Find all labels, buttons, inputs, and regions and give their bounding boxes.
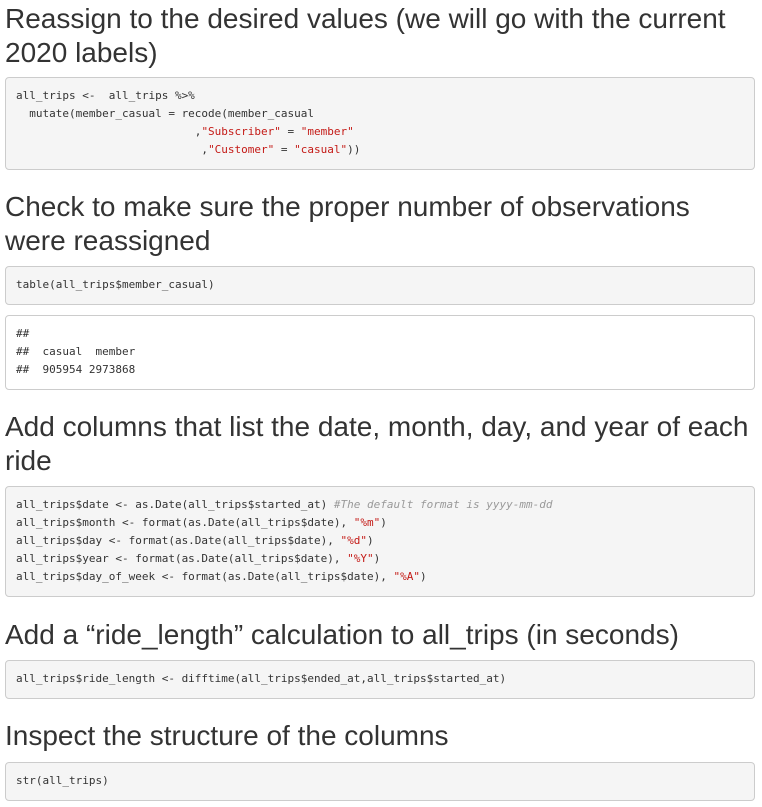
code-text: ) bbox=[420, 570, 427, 583]
code-line: all_trips$day <- format(as.Date(all_trip… bbox=[16, 532, 744, 550]
code-text: ) bbox=[373, 552, 381, 565]
code-text: = bbox=[274, 143, 295, 156]
code-line: all_trips <- all_trips %>% bbox=[16, 87, 744, 105]
code-string: "member" bbox=[300, 125, 354, 138]
code-text: str(all_trips) bbox=[16, 774, 109, 787]
section-heading-check-observations: Check to make sure the proper number of … bbox=[5, 191, 690, 256]
code-comment: #The default format is yyyy-mm-dd bbox=[333, 498, 553, 511]
code-string: "casual" bbox=[294, 143, 348, 156]
code-text: all_trips$month <- format(as.Date(all_tr… bbox=[16, 516, 354, 529]
code-text: table(all_trips$member_casual) bbox=[16, 278, 215, 291]
code-line: ,"Customer" = "casual")) bbox=[16, 141, 744, 159]
code-line: all_trips$day_of_week <- format(as.Date(… bbox=[16, 568, 744, 586]
code-string: "Customer" bbox=[208, 143, 275, 156]
code-text: all_trips$day_of_week <- format(as.Date(… bbox=[16, 570, 394, 583]
output-block-table: ## ## casual member ## 905954 2973868 bbox=[5, 315, 755, 390]
code-line: all_trips$year <- format(as.Date(all_tri… bbox=[16, 550, 744, 568]
output-line: ## bbox=[16, 327, 30, 340]
code-line: all_trips$date <- as.Date(all_trips$star… bbox=[16, 496, 744, 514]
code-string: "%A" bbox=[393, 570, 421, 583]
section-heading-reassign: Reassign to the desired values (we will … bbox=[5, 3, 726, 68]
code-text: all_trips$day <- format(as.Date(all_trip… bbox=[16, 534, 341, 547]
code-line: str(all_trips) bbox=[16, 772, 744, 790]
section-heading-add-columns: Add columns that list the date, month, d… bbox=[5, 411, 749, 476]
code-line: table(all_trips$member_casual) bbox=[16, 276, 744, 294]
code-text: )) bbox=[347, 143, 361, 156]
code-block-table: table(all_trips$member_casual) bbox=[5, 266, 755, 305]
code-text: ) bbox=[380, 516, 387, 529]
code-line: all_trips$month <- format(as.Date(all_tr… bbox=[16, 514, 744, 532]
code-text: mutate(member_casual = recode(member_cas… bbox=[16, 107, 315, 120]
code-text: all_trips$year <- format(as.Date(all_tri… bbox=[16, 552, 348, 565]
code-block-str: str(all_trips) bbox=[5, 762, 755, 801]
code-string: "%d" bbox=[340, 534, 368, 547]
output-line: ## casual member bbox=[16, 345, 136, 358]
code-string: "%Y" bbox=[347, 552, 374, 565]
code-string: "Subscriber" bbox=[201, 125, 281, 138]
code-block-recode: all_trips <- all_trips %>% mutate(member… bbox=[5, 77, 755, 170]
section-heading-ride-length: Add a “ride_length” calculation to all_t… bbox=[5, 619, 679, 650]
code-string: "%m" bbox=[353, 516, 381, 529]
code-text: , bbox=[16, 143, 209, 156]
output-line: ## 905954 2973868 bbox=[16, 363, 136, 376]
code-text: all_trips$date <- as.Date(all_trips$star… bbox=[16, 498, 334, 511]
code-text: , bbox=[16, 125, 202, 138]
code-line: mutate(member_casual = recode(member_cas… bbox=[16, 105, 744, 123]
code-text: ) bbox=[367, 534, 374, 547]
section-heading-inspect-structure: Inspect the structure of the columns bbox=[5, 720, 449, 751]
code-text: = bbox=[280, 125, 301, 138]
code-line: ,"Subscriber" = "member" bbox=[16, 123, 744, 141]
code-block-ride-length: all_trips$ride_length <- difftime(all_tr… bbox=[5, 660, 755, 699]
code-line: all_trips$ride_length <- difftime(all_tr… bbox=[16, 670, 744, 688]
code-text: all_trips <- all_trips %>% bbox=[16, 89, 195, 102]
code-text: all_trips$ride_length <- difftime(all_tr… bbox=[16, 672, 507, 685]
code-block-date-columns: all_trips$date <- as.Date(all_trips$star… bbox=[5, 486, 755, 597]
